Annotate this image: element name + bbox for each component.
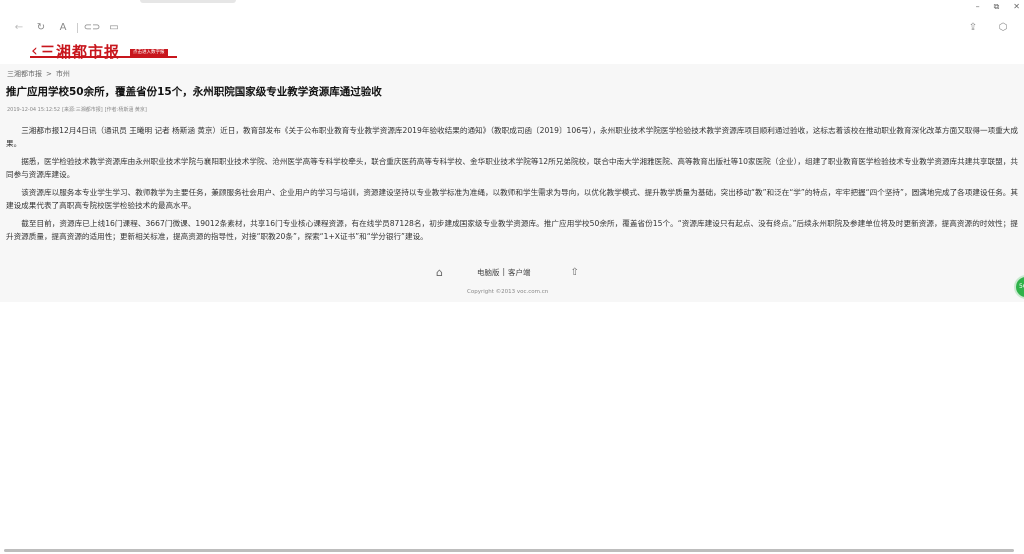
breadcrumb: 三湘都市报 > 市州	[7, 69, 70, 79]
home-icon[interactable]: ⌂	[436, 266, 443, 279]
footer-divider: |	[502, 267, 506, 276]
masthead: ‹ 三湘都市报 点击进入数字报	[0, 40, 1024, 64]
article-author: [作者:杨斯涵 黄京]	[104, 107, 147, 113]
horizontal-scrollbar[interactable]	[4, 549, 1014, 552]
client-app-link[interactable]: 客户端	[508, 267, 531, 278]
breadcrumb-section[interactable]: 市州	[56, 69, 70, 79]
window-icon[interactable]: ▭	[103, 16, 125, 40]
link-icon[interactable]: ⊂⊃	[81, 16, 103, 40]
article-date: 2019-12-04 15:12:52	[7, 107, 61, 113]
share-upload-icon[interactable]: ⇧	[571, 267, 579, 278]
masthead-underline	[30, 56, 177, 58]
brand-logo[interactable]: 三湘都市报	[40, 42, 120, 62]
close-icon[interactable]: ✕	[1013, 0, 1020, 14]
article-paragraph: 三湘都市报12月4日讯（通讯员 王曦明 记者 杨斯涵 黄京）近日，教育部发布《关…	[6, 126, 1018, 148]
window-controls: – ⧉ ✕	[976, 0, 1020, 14]
toolbar-divider	[77, 23, 78, 33]
minimize-icon[interactable]: –	[976, 0, 980, 14]
font-size-button[interactable]: A	[52, 16, 74, 40]
article-paragraph: 该资源库以服务本专业学生学习、教师教学为主要任务，兼顾服务社会用户、企业用户的学…	[6, 188, 1018, 210]
copyright-text: Copyright ©2013 voc.com.cn	[467, 289, 549, 295]
article-page: ‹ 三湘都市报 点击进入数字报 三湘都市报 > 市州 推广应用学校50余所，覆盖…	[0, 40, 1024, 302]
desktop-version-link[interactable]: 电脑版	[477, 267, 500, 278]
footer-link-group: 电脑版 | 客户端	[477, 267, 531, 278]
article-paragraph: 据悉，医学检验技术教学资源库由永州职业技术学院与襄阳职业技术学院、沧州医学高等专…	[6, 157, 1018, 179]
share-icon[interactable]: ⇪	[962, 16, 984, 40]
digital-paper-link[interactable]: 点击进入数字报	[130, 49, 168, 56]
footer-links: ⌂ 电脑版 | 客户端 ⇧	[436, 266, 579, 279]
article-paragraph: 截至目前，资源库已上线16门课程、3667门微课、19012条素材，共享16门专…	[6, 219, 1018, 241]
breadcrumb-home[interactable]: 三湘都市报	[7, 69, 42, 79]
article-meta: 2019-12-04 15:12:52 [来源:三湘都市报] [作者:杨斯涵 黄…	[7, 106, 147, 114]
masthead-back-icon[interactable]: ‹	[31, 40, 38, 62]
article-source: [来源:三湘都市报]	[62, 107, 103, 113]
back-arrow-icon[interactable]: ←	[8, 16, 30, 40]
window-titlebar: – ⧉ ✕	[0, 0, 1024, 16]
article-body: 三湘都市报12月4日讯（通讯员 王曦明 记者 杨斯涵 黄京）近日，教育部发布《关…	[6, 124, 1018, 248]
breadcrumb-separator: >	[46, 70, 52, 78]
refresh-icon[interactable]: ↻	[30, 16, 52, 40]
toolbar-right: ⇪ ⬡	[962, 16, 1014, 40]
restore-icon[interactable]: ⧉	[994, 0, 1000, 14]
browser-toolbar: ← ↻ A ⊂⊃ ▭ ⇪ ⬡	[0, 16, 1024, 40]
cube-icon[interactable]: ⬡	[992, 16, 1014, 40]
article-title: 推广应用学校50余所，覆盖省份15个，永州职院国家级专业教学资源库通过验收	[6, 86, 382, 98]
floating-action-button[interactable]: 56	[1014, 275, 1024, 299]
